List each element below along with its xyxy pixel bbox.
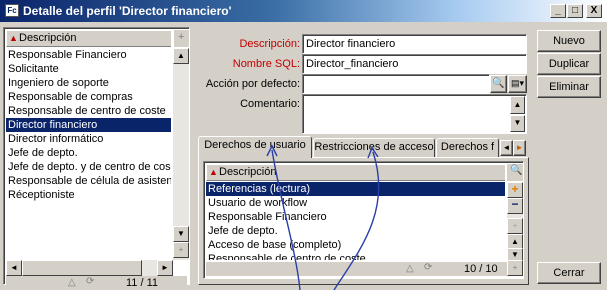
list-item[interactable]: Jefe de depto.: [6, 146, 171, 160]
list-item[interactable]: Responsable de centro de coste: [206, 252, 505, 260]
profile-icon: Fc: [5, 4, 19, 17]
refresh-icon[interactable]: ⟳: [86, 276, 94, 287]
scroll-right-icon[interactable]: ►: [157, 260, 173, 276]
maximize-button[interactable]: □: [567, 4, 583, 18]
column-add-icon[interactable]: +: [507, 260, 523, 276]
tab-panel: ▲ Descripción 🔍 Referencias (lectura) Us…: [198, 157, 529, 285]
descripcion-label: Descripción:: [239, 38, 300, 50]
remove-icon[interactable]: −: [507, 198, 523, 214]
accion-field[interactable]: [302, 74, 490, 94]
close-button[interactable]: X: [586, 4, 602, 18]
list-item[interactable]: Director informático: [6, 132, 171, 146]
scroll-up-icon[interactable]: ▲: [173, 48, 189, 64]
column-add-icon[interactable]: +: [173, 242, 189, 258]
rights-tools: + − + ▲ ▼: [507, 182, 523, 262]
eliminar-button[interactable]: Eliminar: [537, 76, 601, 98]
cerrar-button[interactable]: Cerrar: [537, 262, 601, 284]
comment-scroll-up-icon[interactable]: ▲: [510, 96, 525, 114]
nombre-sql-field[interactable]: Director_financiero: [302, 54, 527, 74]
sort-arrow-icon: ▲: [209, 167, 218, 177]
comment-scroll-down-icon[interactable]: ▼: [510, 115, 525, 132]
list-item[interactable]: Responsable Financiero: [206, 210, 505, 224]
rights-list-header[interactable]: ▲ Descripción: [206, 164, 505, 181]
list-item[interactable]: Responsable de compras: [6, 90, 171, 104]
rights-list[interactable]: ▲ Descripción 🔍 Referencias (lectura) Us…: [203, 161, 524, 279]
scroll-left-icon[interactable]: ◄: [6, 260, 22, 276]
sort-indicator-icon: △: [68, 277, 76, 288]
nuevo-button[interactable]: Nuevo: [537, 30, 601, 52]
profiles-list-header[interactable]: ▲ Descripción: [6, 30, 171, 47]
column-add-button[interactable]: +: [173, 30, 189, 47]
window-title: Detalle del perfil 'Director financiero': [23, 4, 232, 18]
comentario-label: Comentario:: [240, 98, 300, 110]
nombre-sql-label: Nombre SQL:: [232, 58, 300, 70]
list-item-selected[interactable]: Director financiero: [6, 118, 171, 132]
list-item[interactable]: Responsable de célula de asisten: [6, 174, 171, 188]
profiles-status-bar: △ ⟳ 11 / 11: [6, 276, 187, 290]
profiles-counter: 11 / 11: [126, 277, 159, 289]
list-item[interactable]: Ingeniero de soporte: [6, 76, 171, 90]
profiles-horizontal-scrollbar[interactable]: ◄ ►: [6, 260, 173, 276]
tab-restricciones-acceso[interactable]: Restricciones de acceso: [313, 138, 435, 158]
rights-status-bar: △ ⟳ 10 / 10: [206, 262, 521, 276]
profiles-list[interactable]: ▲ Descripción + Responsable Financiero S…: [3, 27, 190, 290]
sort-arrow-icon: ▲: [9, 33, 18, 43]
comentario-field[interactable]: [302, 94, 527, 134]
sort-indicator-icon: △: [406, 263, 414, 274]
list-item[interactable]: Acceso de base (completo): [206, 238, 505, 252]
rights-header-label: Descripción: [219, 166, 277, 178]
rights-search-button[interactable]: 🔍: [507, 164, 523, 181]
add-icon[interactable]: +: [507, 182, 523, 198]
list-item[interactable]: Responsable de centro de coste: [6, 104, 171, 118]
refresh-icon[interactable]: ⟳: [424, 262, 432, 273]
rights-counter: 10 / 10: [464, 263, 498, 275]
list-item[interactable]: Solicitante: [6, 62, 171, 76]
list-item[interactable]: Jefe de depto.: [206, 224, 505, 238]
list-item[interactable]: Usuario de workflow: [206, 196, 505, 210]
tab-scroll-left-icon[interactable]: ◄: [500, 140, 513, 156]
tab-derechos-usuario[interactable]: Derechos de usuario: [198, 136, 312, 158]
list-item-selected[interactable]: Referencias (lectura): [206, 182, 505, 196]
list-item[interactable]: Responsable Financiero: [6, 48, 171, 62]
title-bar[interactable]: Fc Detalle del perfil 'Director financie…: [0, 0, 607, 22]
descripcion-field[interactable]: Director financiero: [302, 34, 527, 54]
profiles-vertical-scrollbar[interactable]: ▲ ▼ +: [173, 48, 189, 260]
search-icon[interactable]: 🔍: [490, 75, 507, 93]
add-disabled-icon[interactable]: +: [507, 218, 523, 234]
accion-label: Acción por defecto:: [205, 78, 300, 90]
list-item[interactable]: Jefe de depto. y de centro de cos: [6, 160, 171, 174]
profiles-header-label: Descripción: [19, 32, 77, 44]
duplicar-button[interactable]: Duplicar: [537, 53, 601, 75]
minimize-button[interactable]: _: [550, 4, 566, 18]
tab-derechos-f[interactable]: Derechos f: [436, 138, 499, 158]
scroll-down-icon[interactable]: ▼: [173, 226, 189, 242]
dropdown-icon[interactable]: ▤▾: [508, 75, 527, 93]
list-item[interactable]: Réceptioniste: [6, 188, 171, 202]
tab-scroll-right-icon[interactable]: ►: [513, 140, 526, 156]
scroll-thumb[interactable]: [22, 260, 142, 276]
profile-detail-window: Fc Detalle del perfil 'Director financie…: [0, 0, 607, 290]
